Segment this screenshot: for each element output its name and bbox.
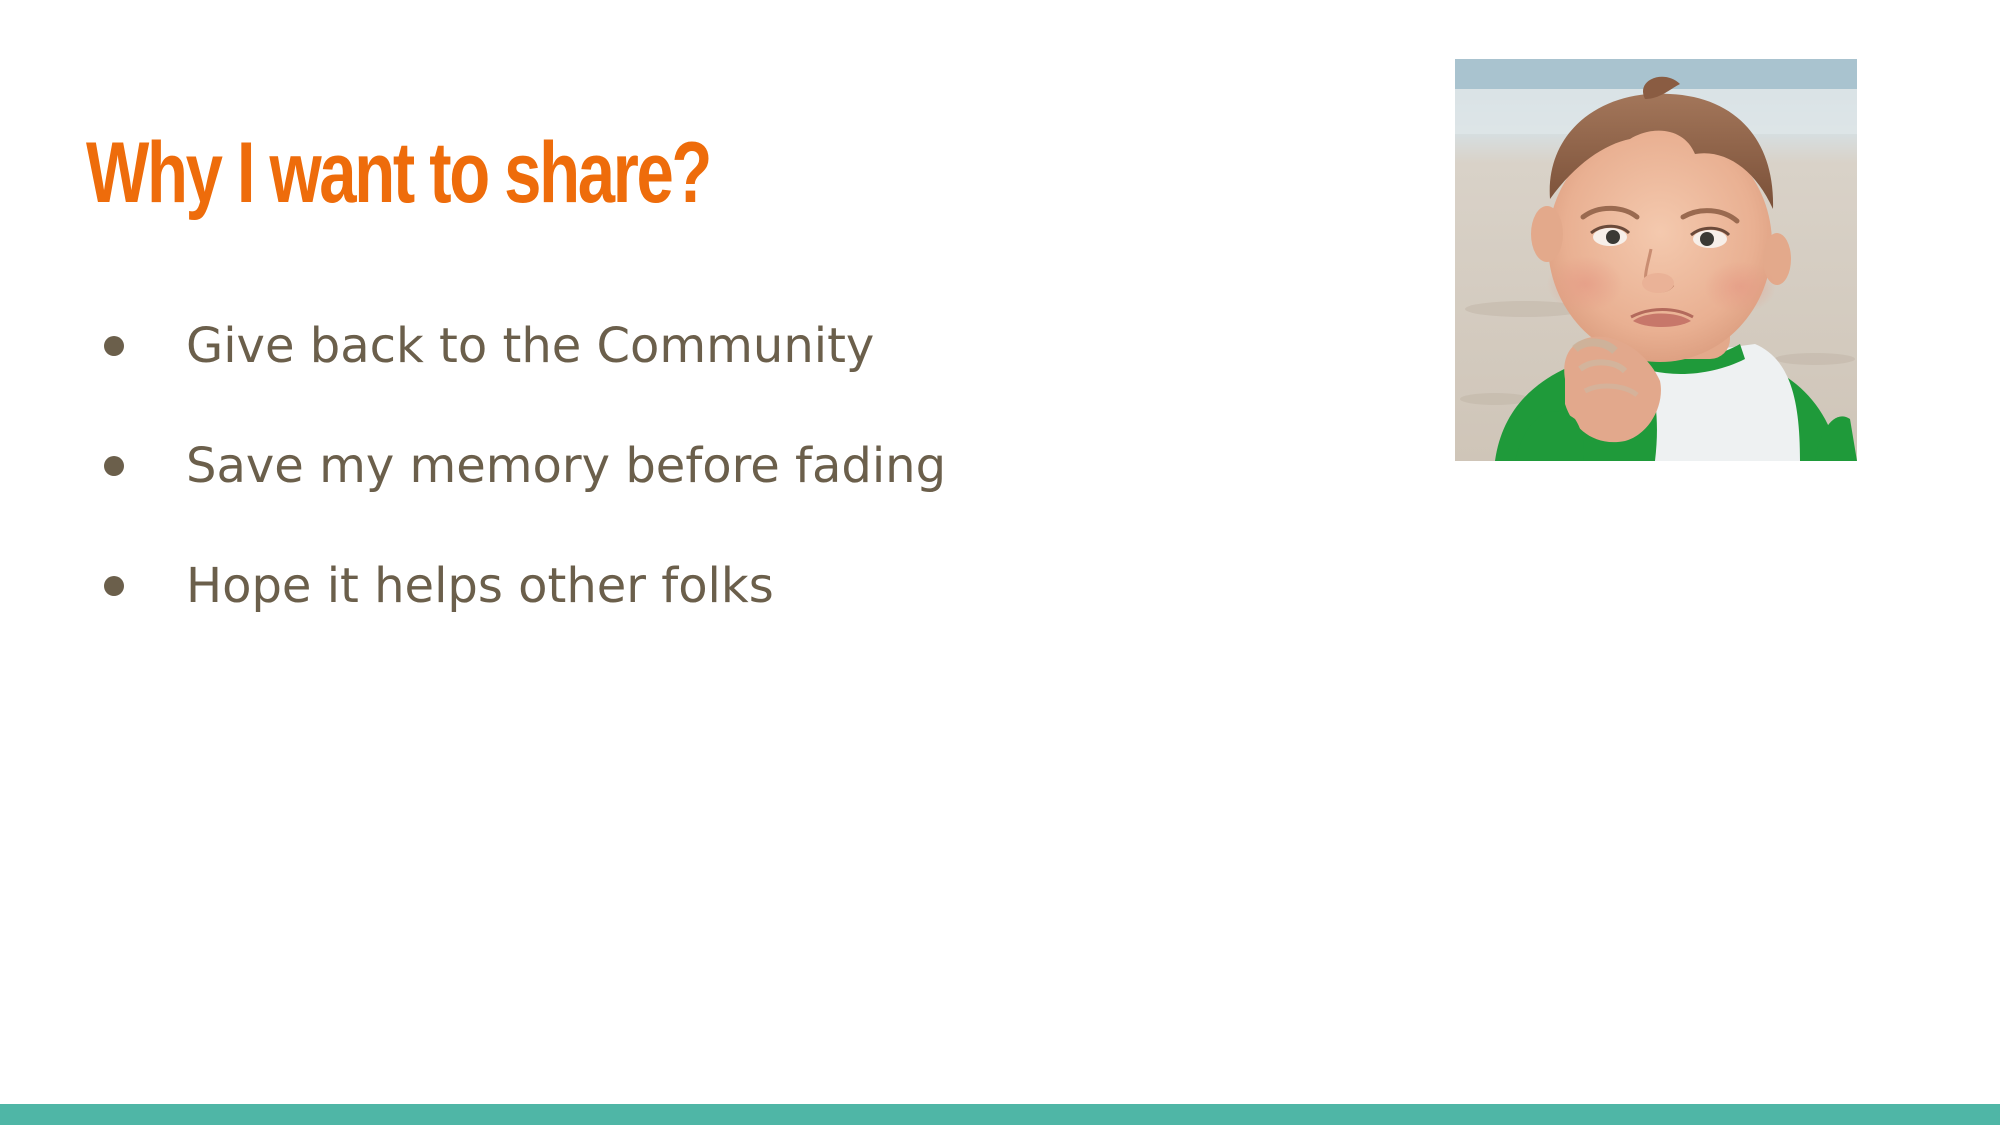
bullet-text: Hope it helps other folks bbox=[186, 558, 774, 614]
bullet-text: Save my memory before fading bbox=[186, 438, 947, 494]
success-kid-photo bbox=[1455, 59, 1857, 461]
bullet-dot-icon bbox=[104, 576, 124, 596]
bullet-item: Hope it helps other folks bbox=[104, 526, 946, 646]
bullet-item: Give back to the Community bbox=[104, 286, 946, 406]
slide: Why I want to share? Give back to the Co… bbox=[0, 0, 2000, 1125]
slide-title: Why I want to share? bbox=[86, 125, 712, 221]
bullet-text: Give back to the Community bbox=[186, 318, 875, 374]
bullet-item: Save my memory before fading bbox=[104, 406, 946, 526]
bullet-dot-icon bbox=[104, 456, 124, 476]
footer-bar bbox=[0, 1104, 2000, 1125]
photo-illustration bbox=[1455, 59, 1857, 461]
bullet-dot-icon bbox=[104, 336, 124, 356]
bullet-list: Give back to the Community Save my memor… bbox=[104, 286, 946, 646]
